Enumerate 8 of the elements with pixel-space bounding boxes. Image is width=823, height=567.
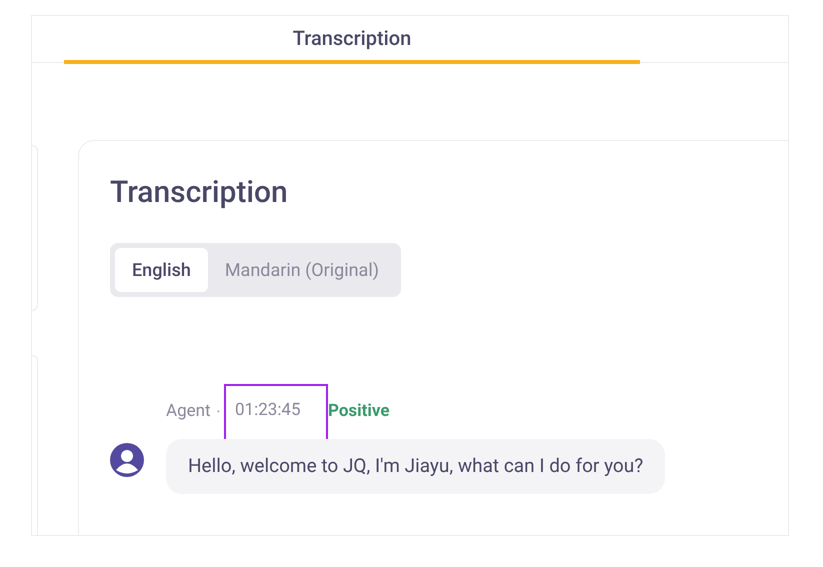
language-tab[interactable]: English — [115, 248, 208, 292]
panel-title: Transcription — [110, 174, 289, 212]
user-avatar-icon — [110, 443, 144, 478]
sentiment-label: Positive — [328, 400, 390, 424]
tab[interactable]: Transcription — [64, 16, 640, 64]
separator-dot: • — [216, 406, 220, 420]
speaker-name: Agent — [166, 400, 211, 424]
message-bubble: Hello, welcome to JQ, I'm Jiayu, what can I do for you? — [166, 439, 666, 494]
